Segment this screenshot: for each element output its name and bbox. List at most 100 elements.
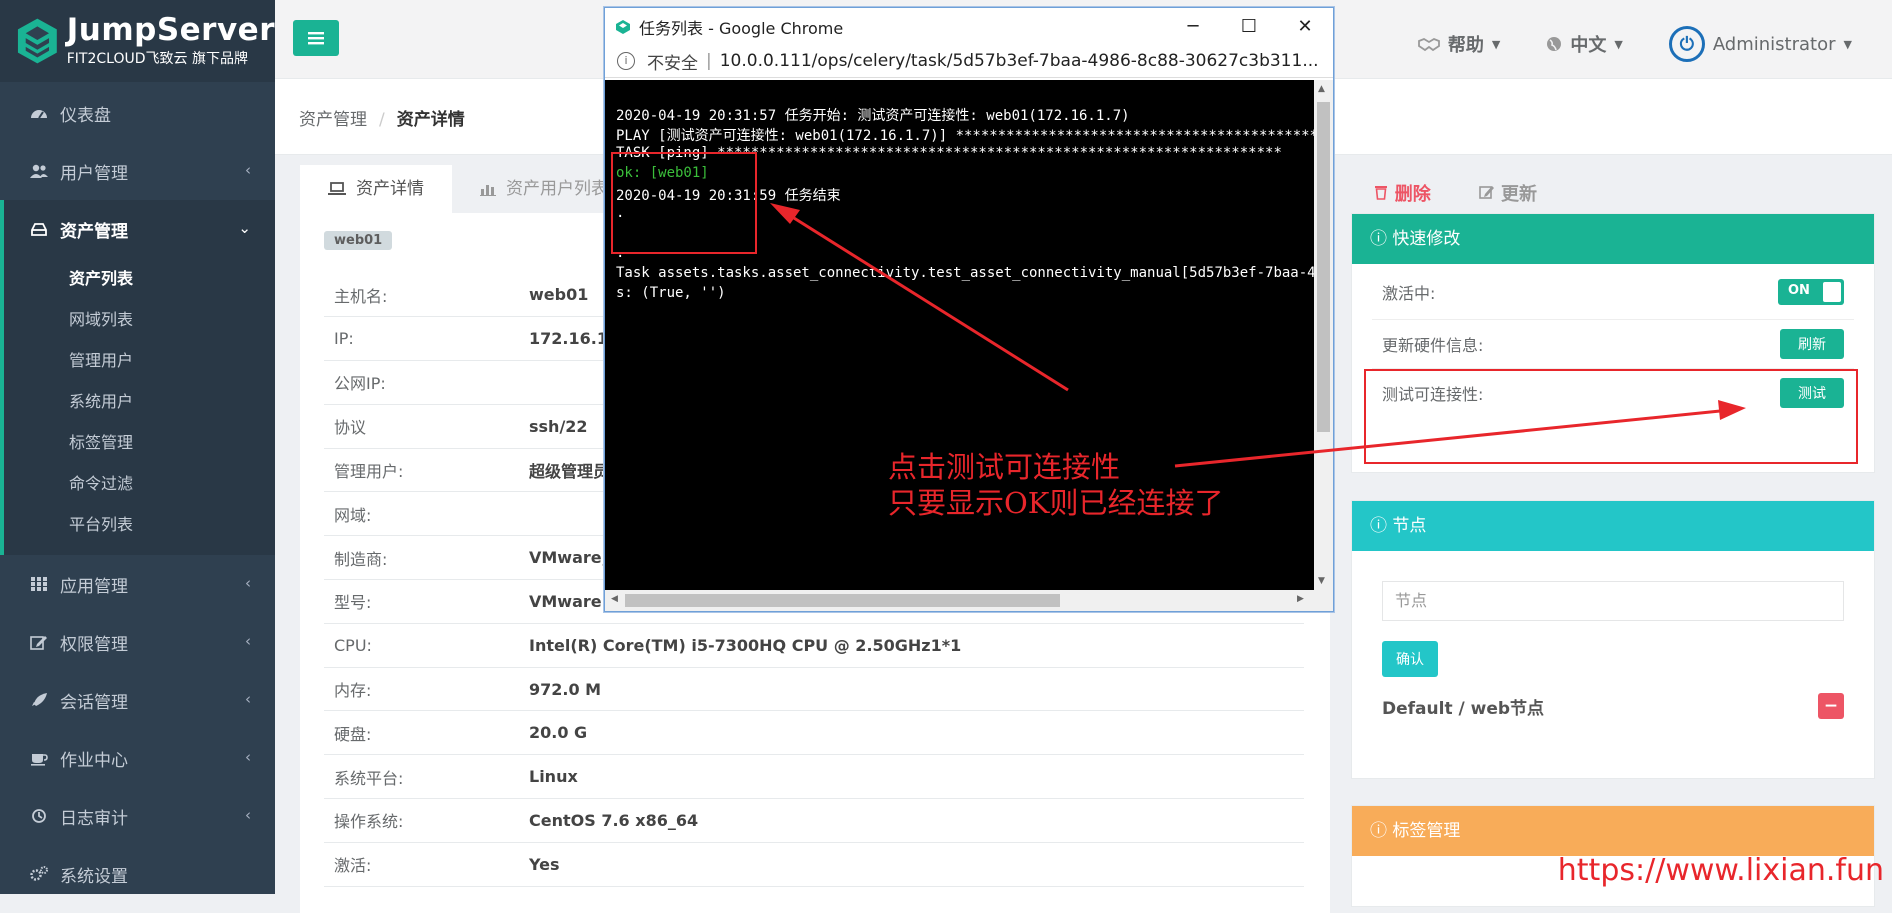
asset-info-row: CPU: Intel(R) Core(TM) i5-7300HQ CPU @ 2.… — [324, 623, 1304, 668]
delete-button[interactable]: 删除 — [1374, 180, 1431, 206]
asset-info-key: 制造商: — [334, 549, 388, 569]
logo[interactable]: JumpServer FIT2CLOUD飞致云 旗下品牌 — [0, 0, 275, 82]
sidebar-item-audits[interactable]: 日志审计 ‹ — [0, 787, 275, 845]
chevron-left-icon: ‹ — [245, 806, 251, 824]
log-line: PLAY [测试资产可连接性: web01(172.16.1.7)] *****… — [616, 128, 1314, 144]
breadcrumb-current: 资产详情 — [396, 110, 465, 130]
language-menu[interactable]: 中文 ▼ — [1546, 31, 1623, 57]
minimize-icon[interactable]: ─ — [1165, 8, 1221, 45]
scroll-thumb[interactable] — [625, 594, 1060, 607]
dashboard-icon — [31, 110, 47, 119]
toggle-knob — [1823, 281, 1841, 302]
caret-down-icon: ▼ — [1843, 37, 1852, 51]
active-toggle[interactable]: ON — [1778, 278, 1844, 305]
asset-info-key: 硬盘: — [334, 724, 372, 744]
submenu-platform-list[interactable]: 平台列表 — [4, 504, 275, 545]
submenu-command-filter[interactable]: 命令过滤 — [4, 463, 275, 504]
rocket-icon — [32, 693, 47, 706]
jumpserver-favicon-icon — [616, 19, 630, 34]
toggle-state: ON — [1788, 282, 1810, 298]
chevron-left-icon: ‹ — [245, 161, 251, 179]
update-button[interactable]: 更新 — [1478, 180, 1537, 206]
asset-info-key: 协议 — [334, 418, 367, 438]
asset-info-key: 系统平台: — [334, 768, 404, 788]
maximize-icon[interactable]: ☐ — [1221, 8, 1277, 45]
chevron-left-icon: ‹ — [245, 748, 251, 766]
sidebar-item-users[interactable]: 用户管理 ‹ — [0, 142, 275, 200]
jumpserver-logo-icon — [17, 18, 57, 64]
asset-info-value: Intel(R) Core(TM) i5-7300HQ CPU @ 2.50GH… — [529, 635, 962, 655]
info-circle-icon: ⓘ — [1370, 229, 1387, 249]
caret-down-icon: ▼ — [1491, 37, 1501, 51]
address-bar[interactable]: i 不安全 | 10.0.0.111/ops/celery/task/5d57b… — [605, 45, 1333, 78]
chevron-left-icon: ‹ — [245, 574, 251, 592]
quick-modify-title: 快速修改 — [1392, 229, 1461, 249]
laptop-icon — [328, 182, 346, 195]
horizontal-scrollbar[interactable]: ◀ ▶ — [605, 590, 1333, 611]
log-line: s: (True, '') — [616, 285, 726, 301]
edit-icon — [30, 636, 47, 650]
log-line: Task assets.tasks.asset_connectivity.tes… — [616, 265, 1314, 281]
asset-info-row: 激活: Yes — [324, 842, 1304, 887]
asset-info-key: 型号: — [334, 593, 372, 613]
hardware-label: 更新硬件信息: — [1382, 336, 1484, 355]
sidebar-item-applications[interactable]: 应用管理 ‹ — [0, 555, 275, 613]
window-titlebar[interactable]: 任务列表 - Google Chrome ─ ☐ ✕ — [605, 8, 1333, 45]
submenu-asset-list[interactable]: 资产列表 — [4, 258, 275, 299]
sidebar-item-permissions[interactable]: 权限管理 ‹ — [0, 613, 275, 671]
delete-label: 删除 — [1394, 184, 1431, 205]
tab-label: 资产详情 — [356, 179, 424, 199]
sidebar: JumpServer FIT2CLOUD飞致云 旗下品牌 仪表盘 用户管理 ‹ … — [0, 0, 275, 894]
labels-header: ⓘ 标签管理 — [1352, 806, 1874, 856]
scroll-left-icon[interactable]: ◀ — [611, 594, 618, 604]
sidebar-item-jobs[interactable]: 作业中心 ‹ — [0, 729, 275, 787]
gears-icon — [30, 866, 48, 881]
scroll-down-icon[interactable]: ▼ — [1318, 576, 1325, 586]
submenu-label-manage[interactable]: 标签管理 — [4, 422, 275, 463]
sidebar-item-dashboard[interactable]: 仪表盘 — [0, 84, 275, 142]
scroll-thumb[interactable] — [1317, 102, 1330, 432]
insecure-label: 不安全 — [647, 53, 698, 74]
tab-label: 资产用户列表 — [506, 179, 608, 199]
asset-submenu: 资产列表 网域列表 管理用户 系统用户 标签管理 命令过滤 平台列表 — [0, 258, 275, 555]
scroll-up-icon[interactable]: ▲ — [1318, 84, 1325, 94]
submenu-domain-list[interactable]: 网域列表 — [4, 299, 275, 340]
tab-asset-detail[interactable]: 资产详情 — [300, 165, 452, 213]
user-menu[interactable]: ⏻ Administrator ▼ — [1668, 26, 1852, 62]
asset-info-key: CPU: — [334, 635, 372, 655]
asset-info-value: 20.0 G — [529, 723, 588, 743]
edit-icon — [1478, 186, 1494, 199]
node-select-input[interactable]: 节点 — [1382, 581, 1844, 621]
asset-info-key: 主机名: — [334, 286, 388, 306]
tab-bar: 资产详情 资产用户列表 — [300, 165, 636, 213]
remove-node-button[interactable]: − — [1818, 693, 1844, 719]
sidebar-item-assets[interactable]: 资产管理 ⌄ — [0, 200, 275, 258]
asset-info-value: Yes — [529, 854, 560, 874]
breadcrumb-parent[interactable]: 资产管理 — [299, 110, 367, 130]
bar-chart-icon — [480, 185, 496, 196]
grid-icon — [31, 577, 47, 591]
sidebar-item-settings[interactable]: 系统设置 — [0, 845, 275, 903]
vertical-scrollbar[interactable]: ▲ ▼ — [1314, 80, 1333, 590]
scroll-right-icon[interactable]: ▶ — [1297, 594, 1304, 604]
watermark: https://www.lixian.fun — [1557, 853, 1884, 888]
quick-modify-header: ⓘ 快速修改 — [1352, 214, 1874, 264]
asset-info-key: 网域: — [334, 505, 372, 525]
globe-icon — [1547, 37, 1562, 51]
asset-info-row: 操作系统: CentOS 7.6 x86_64 — [324, 799, 1304, 843]
sidebar-item-label: 权限管理 — [60, 634, 128, 655]
help-menu[interactable]: 帮助 ▼ — [1417, 31, 1501, 57]
asset-info-row: 内存: 972.0 M — [324, 667, 1304, 711]
confirm-node-button[interactable]: 确认 — [1382, 641, 1438, 677]
submenu-system-user[interactable]: 系统用户 — [4, 381, 275, 422]
close-icon[interactable]: ✕ — [1277, 8, 1333, 45]
sidebar-item-sessions[interactable]: 会话管理 ‹ — [0, 671, 275, 729]
annotation-line-1: 点击测试可连接性 — [888, 450, 1121, 484]
chevron-left-icon: ‹ — [245, 632, 251, 650]
refresh-hardware-button[interactable]: 刷新 — [1780, 329, 1844, 359]
asset-tag-badge: web01 — [324, 231, 393, 250]
menu-toggle-button[interactable] — [293, 20, 339, 56]
url-separator: | — [706, 51, 712, 71]
info-circle-icon: ⓘ — [1370, 821, 1387, 841]
submenu-admin-user[interactable]: 管理用户 — [4, 340, 275, 381]
